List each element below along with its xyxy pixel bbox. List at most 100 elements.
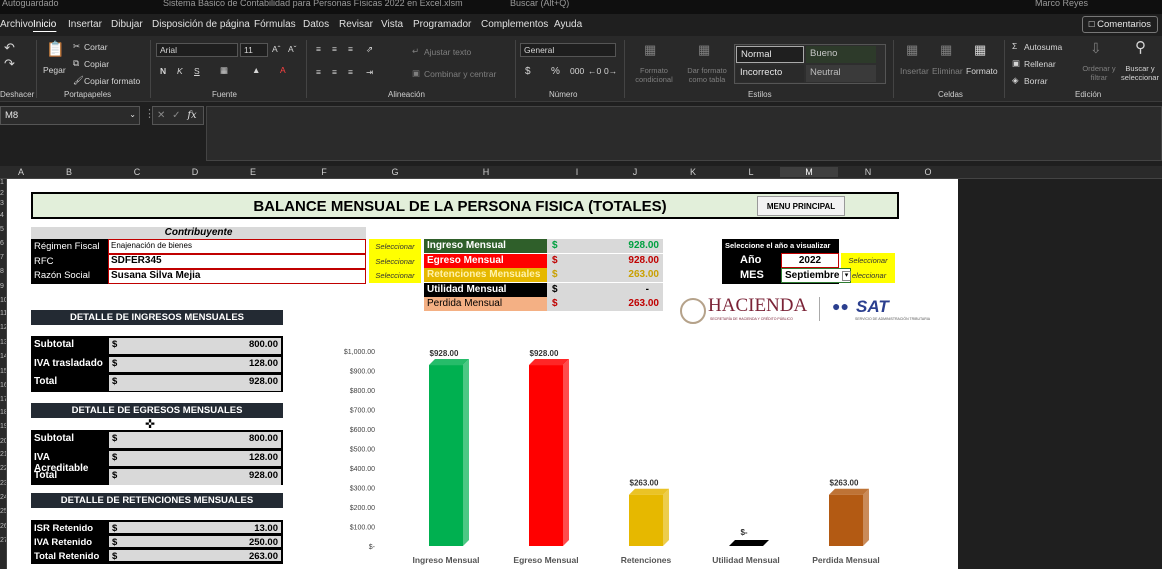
- merge-button[interactable]: Combinar y centrar: [424, 69, 496, 79]
- chevron-down-icon[interactable]: ⌄: [129, 110, 136, 119]
- row-header[interactable]: 6: [0, 240, 4, 247]
- menu-disposicion[interactable]: Disposición de página: [152, 19, 250, 30]
- grow-font-icon[interactable]: Aˆ: [272, 44, 281, 54]
- clear-button[interactable]: Borrar: [1024, 76, 1048, 86]
- undo-icon[interactable]: ↶: [4, 40, 15, 56]
- worksheet[interactable]: BALANCE MENSUAL DE LA PERSONA FISICA (TO…: [7, 179, 958, 569]
- user-name[interactable]: Marco Reyes: [1035, 0, 1088, 8]
- copy-button[interactable]: Copiar: [84, 59, 109, 69]
- row-header[interactable]: 2: [0, 190, 4, 197]
- row-header[interactable]: 27: [0, 537, 6, 544]
- select-regimen-button[interactable]: Seleccionar: [369, 239, 421, 254]
- font-family-select[interactable]: Arial: [156, 43, 238, 57]
- fill-color-icon[interactable]: ▲: [252, 65, 260, 75]
- paste-button[interactable]: Pegar: [43, 65, 66, 75]
- column-header-d[interactable]: D: [166, 167, 224, 177]
- sort-filter-button[interactable]: Ordenar y filtrar: [1078, 64, 1120, 82]
- column-header-o[interactable]: O: [898, 167, 958, 177]
- font-size-select[interactable]: 11: [240, 43, 268, 57]
- style-normal[interactable]: Normal: [736, 46, 804, 63]
- bar[interactable]: [629, 494, 663, 546]
- bar[interactable]: [829, 494, 863, 546]
- borders-icon[interactable]: ▦: [220, 65, 228, 76]
- align-center-icon[interactable]: ≡: [332, 67, 337, 77]
- menu-revisar[interactable]: Revisar: [339, 19, 373, 30]
- bar[interactable]: [729, 540, 769, 546]
- style-bueno[interactable]: Bueno: [806, 46, 876, 63]
- search-box[interactable]: Buscar (Alt+Q): [510, 0, 569, 8]
- row-header[interactable]: 5: [0, 226, 4, 233]
- year-select[interactable]: 2022: [781, 253, 839, 268]
- row-header[interactable]: 17: [0, 396, 6, 403]
- bar[interactable]: [529, 365, 563, 546]
- row-header[interactable]: 1: [0, 179, 4, 186]
- find-select-button[interactable]: Buscar y seleccionar: [1118, 64, 1162, 82]
- column-header-f[interactable]: F: [282, 167, 366, 177]
- comments-button[interactable]: □ Comentarios: [1081, 16, 1158, 33]
- row-header[interactable]: 14: [0, 353, 6, 360]
- align-middle-icon[interactable]: ≡: [332, 44, 337, 54]
- row-header[interactable]: 15: [0, 368, 6, 375]
- row-header[interactable]: 23: [0, 480, 6, 487]
- column-header-n[interactable]: N: [838, 167, 898, 177]
- name-box[interactable]: M8 ⌄: [0, 106, 140, 125]
- row-header[interactable]: 7: [0, 254, 4, 261]
- row-header[interactable]: 25: [0, 508, 6, 515]
- cut-button[interactable]: Cortar: [84, 42, 108, 52]
- bold-button[interactable]: N: [160, 66, 166, 76]
- decrease-decimal-icon[interactable]: 0→: [604, 66, 617, 76]
- menu-inicio[interactable]: Inicio: [33, 19, 56, 30]
- column-header-h[interactable]: H: [424, 167, 548, 177]
- column-header-g[interactable]: G: [366, 167, 424, 177]
- select-rfc-button[interactable]: Seleccionar: [369, 254, 421, 269]
- format-table-button[interactable]: Dar formato como tabla: [682, 66, 732, 84]
- column-header-l[interactable]: L: [722, 167, 780, 177]
- select-year-button[interactable]: Seleccionar: [841, 253, 895, 268]
- month-select[interactable]: Septiembre: [781, 268, 851, 283]
- menu-ayuda[interactable]: Ayuda: [554, 19, 582, 30]
- column-header-c[interactable]: C: [108, 167, 166, 177]
- row-header[interactable]: 8: [0, 268, 4, 275]
- conditional-format-button[interactable]: Formato condicional: [627, 66, 681, 84]
- menu-datos[interactable]: Datos: [303, 19, 329, 30]
- thousands-icon[interactable]: 000: [570, 66, 584, 76]
- fill-button[interactable]: Rellenar: [1024, 59, 1056, 69]
- row-header[interactable]: 3: [0, 200, 4, 207]
- row-header[interactable]: 19: [0, 423, 6, 430]
- row-header[interactable]: 21: [0, 451, 6, 458]
- select-razon-button[interactable]: Seleccionar: [369, 268, 421, 283]
- bar[interactable]: [429, 365, 463, 546]
- row-header[interactable]: 10: [0, 297, 6, 304]
- row-header[interactable]: 11: [0, 310, 6, 317]
- menu-dibujar[interactable]: Dibujar: [111, 19, 143, 30]
- format-cells-button[interactable]: Formato: [966, 66, 998, 76]
- formula-input[interactable]: [206, 106, 1162, 161]
- align-left-icon[interactable]: ≡: [316, 67, 321, 77]
- format-painter-button[interactable]: Copiar formato: [84, 76, 140, 86]
- balance-bar-chart[interactable]: $- $100.00 $200.00 $300.00 $400.00 $500.00 $60…: [329, 339, 889, 569]
- shrink-font-icon[interactable]: Aˇ: [288, 44, 297, 54]
- insert-cells-button[interactable]: Insertar: [900, 66, 929, 76]
- autosum-button[interactable]: Autosuma: [1024, 42, 1062, 52]
- cancel-icon[interactable]: ✕: [157, 110, 165, 121]
- redo-icon[interactable]: ↷: [4, 56, 15, 72]
- menu-programador[interactable]: Programador: [413, 19, 471, 30]
- row-header[interactable]: 24: [0, 494, 6, 501]
- month-dropdown-icon[interactable]: ▾: [842, 271, 851, 281]
- style-incorrecto[interactable]: Incorrecto: [736, 65, 804, 82]
- orientation-icon[interactable]: ⇗: [366, 44, 373, 55]
- percent-button[interactable]: %: [551, 66, 560, 77]
- number-format-select[interactable]: General: [520, 43, 616, 57]
- row-header[interactable]: 20: [0, 438, 6, 445]
- menu-complementos[interactable]: Complementos: [481, 19, 548, 30]
- increase-decimal-icon[interactable]: ←0: [588, 66, 601, 76]
- column-header-j[interactable]: J: [606, 167, 664, 177]
- column-header-i[interactable]: I: [548, 167, 606, 177]
- select-month-button[interactable]: eleccionar: [851, 268, 895, 283]
- row-header[interactable]: 22: [0, 465, 6, 472]
- menu-principal-button[interactable]: MENU PRINCIPAL: [757, 196, 845, 216]
- column-header-e[interactable]: E: [224, 167, 282, 177]
- menu-insertar[interactable]: Insertar: [68, 19, 102, 30]
- menu-vista[interactable]: Vista: [381, 19, 403, 30]
- align-right-icon[interactable]: ≡: [348, 67, 353, 77]
